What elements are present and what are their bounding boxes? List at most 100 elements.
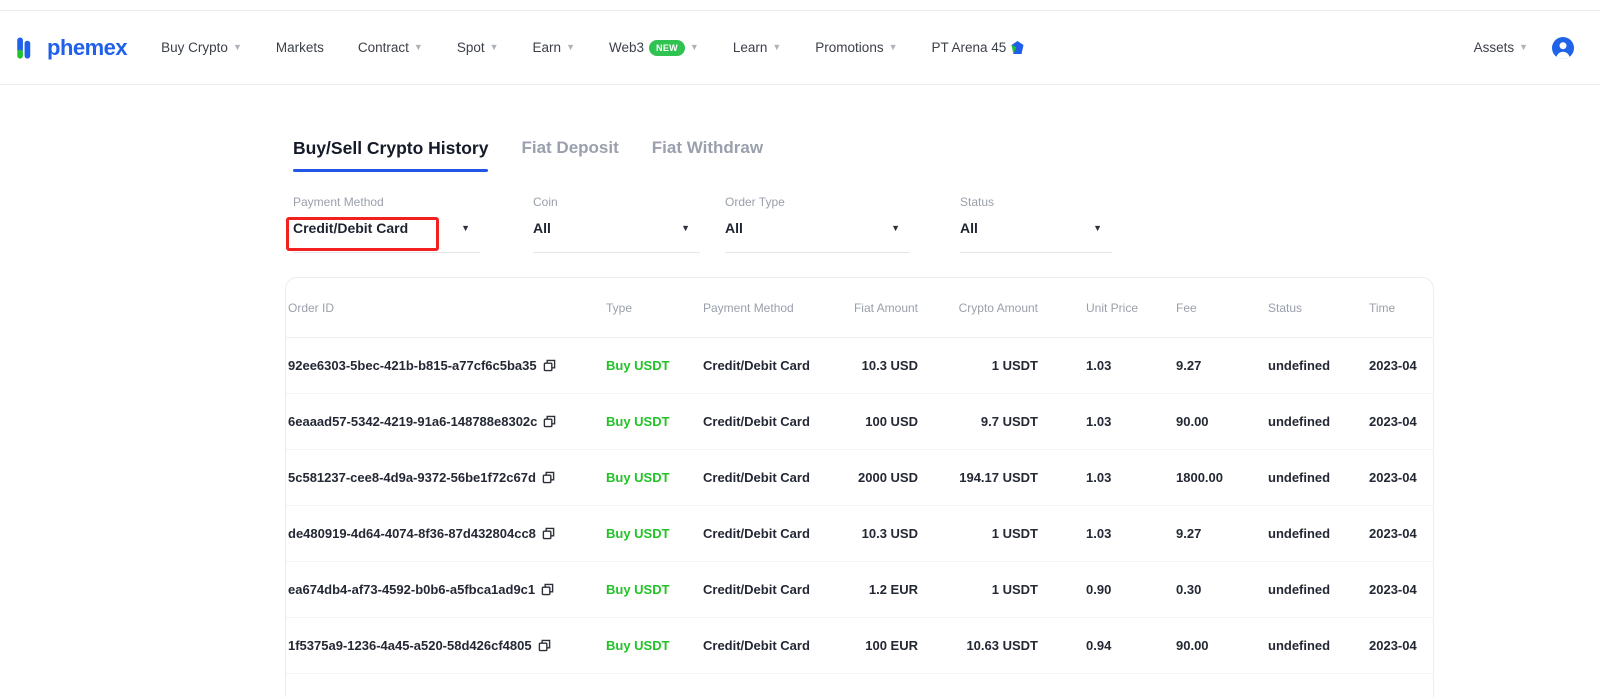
column-header: Type [606, 301, 703, 315]
order-type: Buy USDT [606, 582, 703, 597]
copy-icon[interactable] [542, 527, 555, 540]
chevron-down-icon: ▼ [681, 223, 690, 233]
nav-item-label: Learn [733, 40, 768, 55]
order-id: 1f5375a9-1236-4a45-a520-58d426cf4805 [288, 638, 532, 653]
fee: 90.00 [1176, 638, 1268, 653]
payment-method: Credit/Debit Card [703, 582, 833, 597]
order-id: 6eaaad57-5342-4219-91a6-148788e8302c [288, 414, 537, 429]
filter-dropdown[interactable]: Order Type All ▼ [725, 195, 910, 253]
copy-icon[interactable] [543, 359, 556, 372]
crypto-amount: 1 USDT [918, 526, 1038, 541]
nav-item-label: Spot [457, 40, 485, 55]
fee: 1800.00 [1176, 470, 1268, 485]
status: undefined [1268, 526, 1369, 541]
order-id: de480919-4d64-4074-8f36-87d432804cc8 [288, 526, 536, 541]
nav-item-label: Buy Crypto [161, 40, 228, 55]
nav-menu-item[interactable]: Spot ▼ [457, 40, 499, 55]
unit-price: 0.94 [1038, 638, 1176, 653]
chevron-down-icon: ▼ [414, 43, 423, 52]
crypto-amount: 10.63 USDT [918, 638, 1038, 653]
nav-menu-item[interactable]: Web3 NEW ▼ [609, 40, 699, 56]
payment-method: Credit/Debit Card [703, 414, 833, 429]
filter-bar: Payment Method Credit/Debit Card ▼ Coin … [285, 195, 1435, 265]
status: undefined [1268, 414, 1369, 429]
copy-icon[interactable] [543, 415, 556, 428]
nav-menu-item[interactable]: Buy Crypto ▼ [161, 40, 242, 55]
payment-method: Credit/Debit Card [703, 358, 833, 373]
fiat-amount: 100 EUR [833, 638, 918, 653]
nav-item-label: PT Arena 45 [932, 40, 1007, 55]
status: undefined [1268, 582, 1369, 597]
nav-menu-item[interactable]: Promotions ▼ [815, 40, 897, 55]
time: 2023-04 [1369, 358, 1434, 373]
unit-price: 1.03 [1038, 358, 1176, 373]
chevron-down-icon: ▼ [772, 43, 781, 52]
table-row: 6eaaad57-5342-4219-91a6-148788e8302c Buy… [286, 394, 1433, 450]
time: 2023-04 [1369, 414, 1434, 429]
order-id: ea674db4-af73-4592-b0b6-a5fbca1ad9c1 [288, 582, 535, 597]
unit-price: 1.03 [1038, 470, 1176, 485]
status: undefined [1268, 470, 1369, 485]
nav-item-label: Promotions [815, 40, 883, 55]
chevron-down-icon: ▼ [891, 223, 900, 233]
filter-dropdown[interactable]: Coin All ▼ [533, 195, 700, 253]
time: 2023-04 [1369, 638, 1434, 653]
column-header: Status [1268, 301, 1369, 315]
chevron-down-icon: ▼ [1519, 43, 1528, 52]
nav-menu-item[interactable]: Learn ▼ [733, 40, 781, 55]
table-row: ea674db4-af73-4592-b0b6-a5fbca1ad9c1 Buy… [286, 562, 1433, 618]
payment-method: Credit/Debit Card [703, 526, 833, 541]
chevron-down-icon: ▼ [461, 223, 470, 233]
column-header: Order ID [288, 301, 606, 315]
filter-dropdown[interactable]: Payment Method Credit/Debit Card ▼ [293, 195, 480, 253]
table-row: 92ee6303-5bec-421b-b815-a77cf6c5ba35 Buy… [286, 338, 1433, 394]
nav-menu-item[interactable]: Earn ▼ [533, 40, 575, 55]
order-id: 92ee6303-5bec-421b-b815-a77cf6c5ba35 [288, 358, 537, 373]
user-avatar[interactable] [1552, 37, 1574, 59]
tab[interactable]: Fiat Withdraw [652, 138, 763, 172]
fiat-amount: 1.2 EUR [833, 582, 918, 597]
nav-menu-item[interactable]: Contract ▼ [358, 40, 423, 55]
fee: 9.27 [1176, 526, 1268, 541]
order-type: Buy USDT [606, 414, 703, 429]
column-header: Payment Method [703, 301, 833, 315]
payment-method: Credit/Debit Card [703, 638, 833, 653]
column-header: Crypto Amount [918, 301, 1038, 315]
crypto-amount: 194.17 USDT [918, 470, 1038, 485]
unit-price: 0.90 [1038, 582, 1176, 597]
nav-menu-item[interactable]: Markets [276, 40, 324, 55]
fiat-amount: 100 USD [833, 414, 918, 429]
nav-item-label: Markets [276, 40, 324, 55]
filter-label: Order Type [725, 195, 910, 209]
top-navigation: phemex Buy Crypto ▼ Markets Contract ▼ [0, 10, 1600, 85]
copy-icon[interactable] [542, 471, 555, 484]
filter-selected-value: Credit/Debit Card [293, 220, 408, 236]
filter-selected-value: All [533, 220, 551, 236]
nav-item-label: Earn [533, 40, 562, 55]
gem-icon [1011, 41, 1024, 54]
copy-icon[interactable] [538, 639, 551, 652]
copy-icon[interactable] [541, 583, 554, 596]
filter-label: Coin [533, 195, 700, 209]
fee: 0.30 [1176, 582, 1268, 597]
history-tabs: Buy/Sell Crypto History Fiat Deposit Fia… [293, 138, 763, 172]
nav-item-label: Web3 [609, 40, 644, 55]
phemex-logo[interactable]: phemex [14, 35, 127, 61]
table-header-row: Order ID Type Payment Method Fiat Amount… [286, 278, 1433, 338]
nav-menu-item[interactable]: PT Arena 45 [932, 40, 1025, 55]
fiat-amount: 2000 USD [833, 470, 918, 485]
filter-dropdown[interactable]: Status All ▼ [960, 195, 1112, 253]
fiat-amount: 10.3 USD [833, 526, 918, 541]
chevron-down-icon: ▼ [490, 43, 499, 52]
chevron-down-icon: ▼ [889, 43, 898, 52]
table-row: de480919-4d64-4074-8f36-87d432804cc8 Buy… [286, 506, 1433, 562]
fee: 90.00 [1176, 414, 1268, 429]
tab[interactable]: Buy/Sell Crypto History [293, 138, 488, 172]
column-header: Fiat Amount [833, 301, 918, 315]
brand-wordmark: phemex [47, 35, 127, 61]
tab[interactable]: Fiat Deposit [521, 138, 618, 172]
time: 2023-04 [1369, 470, 1434, 485]
column-header: Fee [1176, 301, 1268, 315]
assets-menu[interactable]: Assets ▼ [1474, 40, 1528, 55]
chevron-down-icon: ▼ [1093, 223, 1102, 233]
